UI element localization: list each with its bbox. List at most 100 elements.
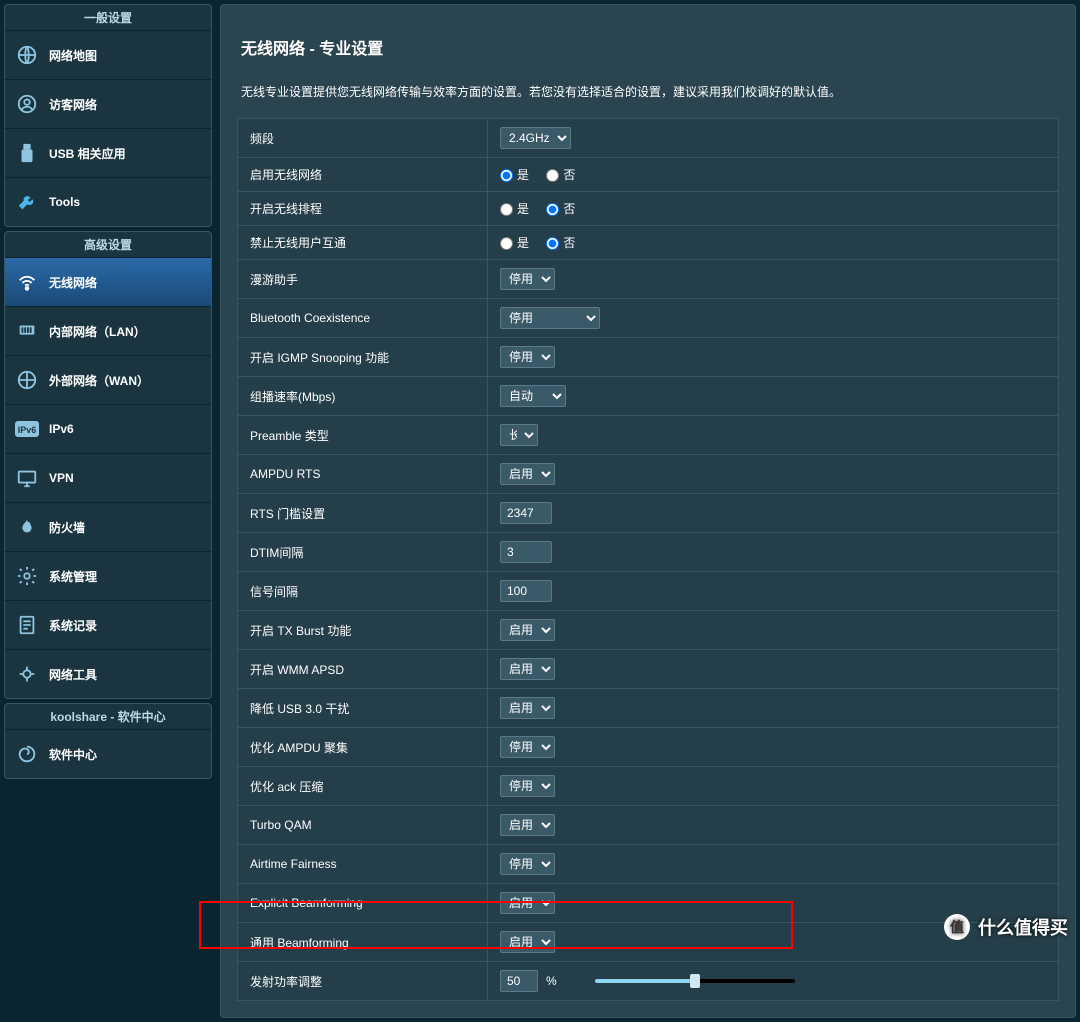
sidebar-header-koolshare: koolshare - 软件中心 [5,704,211,729]
sidebar-item-label: 软件中心 [49,746,97,763]
ampdurts-select[interactable]: 启用 [500,463,555,485]
ipv6-icon: IPv6 [15,417,39,441]
row-txburst-label: 开启 TX Burst 功能 [238,611,488,650]
row-igmp-label: 开启 IGMP Snooping 功能 [238,338,488,377]
sidebar-item-software[interactable]: 软件中心 [5,729,211,778]
sidebar-item-nettools[interactable]: 网络工具 [5,649,211,698]
wan-icon [15,368,39,392]
watermark-text: 什么值得买 [978,914,1068,940]
isolate-yes[interactable]: 是 [500,236,529,250]
vpn-icon [15,466,39,490]
sidebar-group-koolshare: koolshare - 软件中心 软件中心 [4,703,212,779]
svg-text:IPv6: IPv6 [18,425,37,435]
txburst-select[interactable]: 启用 [500,619,555,641]
explicitbf-select[interactable]: 启用 [500,892,555,914]
row-preamble-label: Preamble 类型 [238,416,488,455]
row-beacon-label: 信号间隔 [238,572,488,611]
row-universalbf-label: 通用 Beamforming [238,923,488,962]
sidebar-item-label: 内部网络（LAN） [49,323,146,340]
enablewifi-no[interactable]: 否 [546,168,575,182]
lan-icon [15,319,39,343]
row-usb3-label: 降低 USB 3.0 干扰 [238,689,488,728]
row-band-label: 频段 [238,119,488,158]
txpower-input[interactable] [500,970,538,992]
row-ack-label: 优化 ack 压缩 [238,767,488,806]
sidebar-item-label: 系统记录 [49,617,97,634]
row-enablewifi-label: 启用无线网络 [238,158,488,192]
row-ampduagg-label: 优化 AMPDU 聚集 [238,728,488,767]
preamble-select[interactable]: 长 [500,424,538,446]
sidebar-item-label: 网络工具 [49,666,97,683]
sidebar-item-tools[interactable]: Tools [5,177,211,226]
isolate-no[interactable]: 否 [546,236,575,250]
tools-icon [15,662,39,686]
spiral-icon [15,742,39,766]
txpower-slider[interactable] [595,979,795,983]
sidebar-item-label: IPv6 [49,422,74,436]
row-wmm-label: 开启 WMM APSD [238,650,488,689]
row-turbo-label: Turbo QAM [238,806,488,845]
dtim-input[interactable] [500,541,552,563]
sidebar: 一般设置 网络地图 访客网络 USB 相关应用 Tools 高级设置 [0,0,212,1022]
sidebar-item-label: 无线网络 [49,274,97,291]
log-icon [15,613,39,637]
schedule-yes[interactable]: 是 [500,202,529,216]
watermark-badge: 值 [944,914,970,940]
main-panel: 无线网络 - 专业设置 无线专业设置提供您无线网络传输与效率方面的设置。若您没有… [220,4,1076,1018]
rts-input[interactable] [500,502,552,524]
sidebar-item-label: 防火墙 [49,519,85,536]
ampduagg-select[interactable]: 停用 [500,736,555,758]
enablewifi-yes[interactable]: 是 [500,168,529,182]
settings-table: 频段 2.4GHz 启用无线网络 是 否 开启无线排程 是 否 禁止无线用户互通… [237,118,1059,1001]
multicast-select[interactable]: 自动 [500,385,566,407]
igmp-select[interactable]: 停用 [500,346,555,368]
sidebar-item-wireless[interactable]: 无线网络 [5,257,211,306]
airtime-select[interactable]: 停用 [500,853,555,875]
guest-icon [15,92,39,116]
row-multicast-label: 组播速率(Mbps) [238,377,488,416]
sidebar-item-network-map[interactable]: 网络地图 [5,30,211,79]
sidebar-item-wan[interactable]: 外部网络（WAN） [5,355,211,404]
sidebar-item-usb[interactable]: USB 相关应用 [5,128,211,177]
turbo-select[interactable]: 启用 [500,814,555,836]
page-desc: 无线专业设置提供您无线网络传输与效率方面的设置。若您没有选择适合的设置，建议采用… [241,83,1059,100]
bluetooth-select[interactable]: 停用 [500,307,600,329]
roaming-select[interactable]: 停用 [500,268,555,290]
sidebar-header-advanced: 高级设置 [5,232,211,257]
row-ampdurts-label: AMPDU RTS [238,455,488,494]
sidebar-item-label: USB 相关应用 [49,145,126,162]
usb3-select[interactable]: 启用 [500,697,555,719]
ack-select[interactable]: 停用 [500,775,555,797]
sidebar-item-firewall[interactable]: 防火墙 [5,502,211,551]
sidebar-item-label: 网络地图 [49,47,97,64]
row-dtim-label: DTIM间隔 [238,533,488,572]
globe-icon [15,43,39,67]
usb-icon [15,141,39,165]
band-select[interactable]: 2.4GHz [500,127,571,149]
sidebar-group-advanced: 高级设置 无线网络 内部网络（LAN） 外部网络（WAN） IPv6 IPv6 … [4,231,212,699]
wrench-icon [15,190,39,214]
sidebar-item-guest-network[interactable]: 访客网络 [5,79,211,128]
beacon-input[interactable] [500,580,552,602]
sidebar-item-lan[interactable]: 内部网络（LAN） [5,306,211,355]
universalbf-select[interactable]: 启用 [500,931,555,953]
sidebar-item-ipv6[interactable]: IPv6 IPv6 [5,404,211,453]
row-explicitbf-label: Explicit Beamforming [238,884,488,923]
sidebar-group-general: 一般设置 网络地图 访客网络 USB 相关应用 Tools [4,4,212,227]
sidebar-item-label: 系统管理 [49,568,97,585]
sidebar-item-vpn[interactable]: VPN [5,453,211,502]
sidebar-item-label: VPN [49,471,74,485]
schedule-no[interactable]: 否 [546,202,575,216]
sidebar-item-admin[interactable]: 系统管理 [5,551,211,600]
sidebar-item-label: Tools [49,195,80,209]
page-title: 无线网络 - 专业设置 [241,35,1059,59]
gear-icon [15,564,39,588]
row-roaming-label: 漫游助手 [238,260,488,299]
row-isolate-label: 禁止无线用户互通 [238,226,488,260]
row-schedule-label: 开启无线排程 [238,192,488,226]
sidebar-header-general: 一般设置 [5,5,211,30]
row-bluetooth-label: Bluetooth Coexistence [238,299,488,338]
sidebar-item-syslog[interactable]: 系统记录 [5,600,211,649]
wmm-select[interactable]: 启用 [500,658,555,680]
txpower-unit: % [546,974,557,988]
